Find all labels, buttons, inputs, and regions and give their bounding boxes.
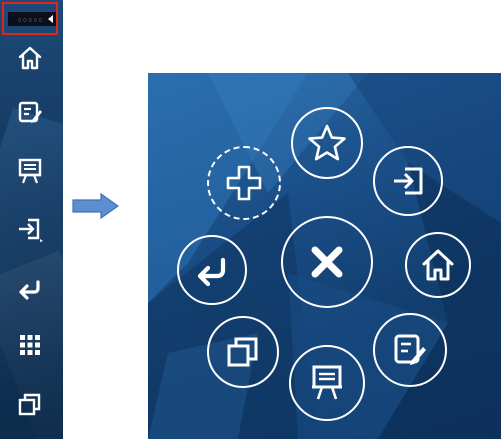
window-stack-icon (227, 337, 258, 367)
edit-icon (394, 334, 426, 365)
radial-menu-panel (148, 73, 501, 439)
enter-icon (19, 218, 43, 242)
plus-icon (226, 165, 262, 201)
sidebar-enter-button[interactable] (12, 211, 48, 247)
sidebar-home-button[interactable] (12, 40, 48, 76)
sidebar-return-button[interactable] (12, 270, 48, 306)
sidebar-windows-button[interactable] (12, 386, 48, 422)
transition-arrow (72, 192, 120, 224)
collapse-arrow-icon[interactable] (48, 15, 53, 23)
collapse-bar-text: □ □ □ □ □ (18, 16, 42, 22)
home-icon (18, 46, 42, 70)
sidebar-edit-button[interactable] (12, 94, 48, 130)
window-stack-icon (18, 393, 41, 416)
close-button[interactable] (281, 216, 373, 308)
presentation-icon (18, 158, 42, 184)
presentation-button[interactable] (289, 345, 365, 421)
home-icon (422, 249, 454, 281)
home-button[interactable] (405, 232, 471, 298)
favorite-button[interactable] (291, 107, 363, 179)
close-icon (311, 246, 343, 278)
highlight-frame: □ □ □ □ □ (2, 2, 58, 35)
presentation-icon (312, 365, 342, 400)
return-icon (197, 257, 226, 287)
grid-icon (20, 335, 40, 355)
return-button[interactable] (177, 235, 247, 305)
enter-button[interactable] (373, 146, 443, 216)
collapse-bar[interactable]: □ □ □ □ □ (8, 12, 56, 26)
right-arrow-icon (72, 192, 120, 220)
enter-icon (394, 167, 423, 195)
sidebar-presentation-button[interactable] (12, 153, 48, 189)
edit-icon (18, 101, 42, 123)
add-button[interactable] (207, 146, 281, 220)
sidebar-apps-button[interactable] (12, 327, 48, 363)
return-icon (19, 280, 40, 300)
star-icon (308, 124, 346, 161)
edit-button[interactable] (373, 313, 447, 387)
sidebar: □ □ □ □ □ (0, 0, 63, 439)
windows-button[interactable] (207, 316, 279, 388)
